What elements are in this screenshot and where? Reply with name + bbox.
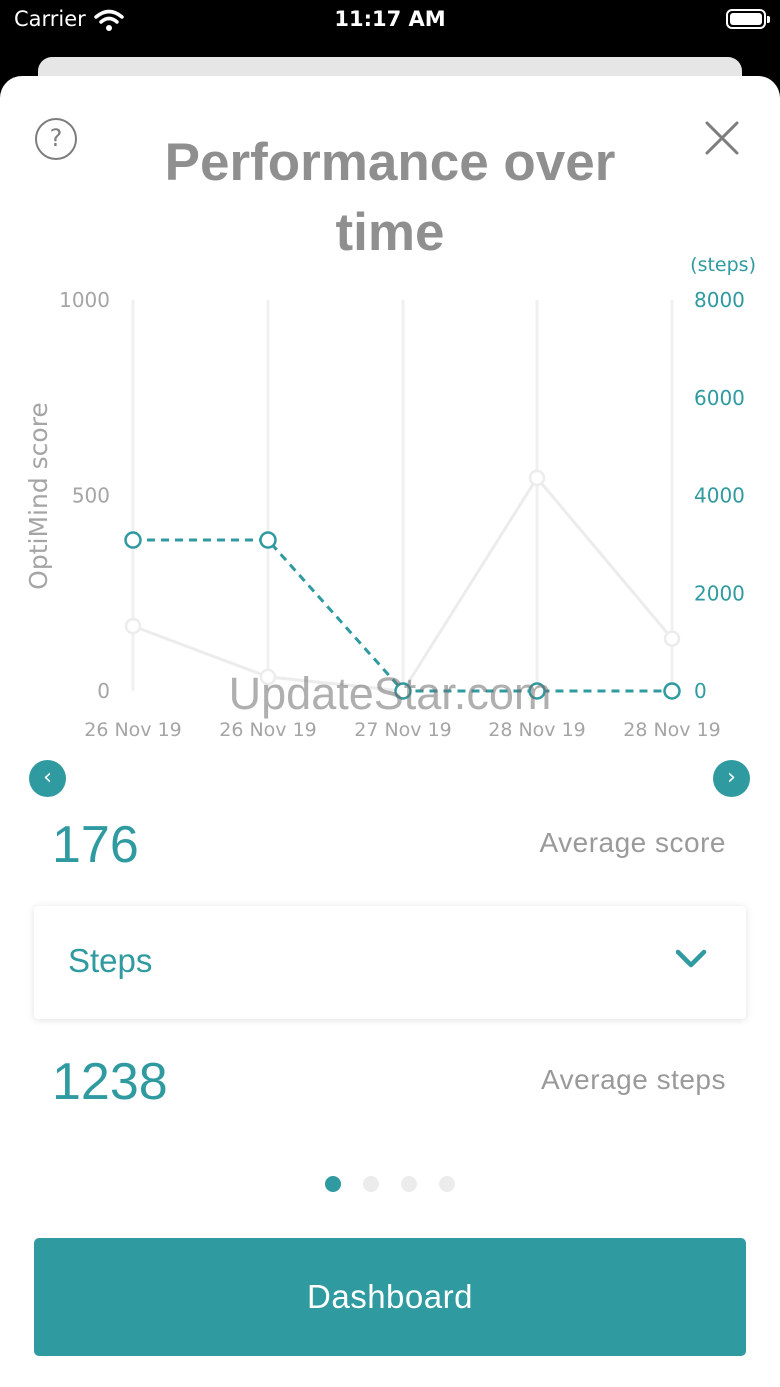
- page-dot[interactable]: [439, 1176, 455, 1192]
- data-point-steps: [394, 682, 412, 700]
- status-bar: Carrier 11:17 AM: [0, 0, 780, 44]
- dashboard-button[interactable]: Dashboard: [34, 1238, 746, 1356]
- left-tick-label: 1000: [59, 288, 110, 312]
- page-indicator: [0, 1176, 780, 1192]
- x-tick-label: 26 Nov 19: [219, 719, 317, 741]
- right-tick-label: 8000: [694, 288, 745, 312]
- x-tick-label: 28 Nov 19: [623, 719, 721, 741]
- average-score-value: 176: [52, 816, 139, 874]
- data-point-steps: [259, 531, 277, 549]
- page-dot[interactable]: [363, 1176, 379, 1192]
- right-tick-label: 4000: [694, 484, 745, 508]
- left-tick-label: 0: [97, 679, 110, 703]
- battery-icon: [726, 9, 770, 29]
- chevron-down-icon: [675, 949, 707, 968]
- page-dot[interactable]: [401, 1176, 417, 1192]
- metric-dropdown[interactable]: Steps: [34, 906, 746, 1019]
- performance-chart: 1000 500 0 OptiMind score 8000 6000 4000 2000 0 (…: [24, 254, 756, 741]
- metric-dropdown-value: Steps: [68, 942, 153, 979]
- data-point-steps: [124, 531, 142, 549]
- x-tick-label: 28 Nov 19: [488, 719, 586, 741]
- data-point-steps: [528, 682, 546, 700]
- right-tick-label: 0: [694, 679, 707, 703]
- question-circle-icon[interactable]: ?: [35, 118, 77, 160]
- left-axis-label: OptiMind score: [24, 402, 53, 590]
- chevron-left-icon[interactable]: ‹: [29, 760, 66, 797]
- data-point-score: [259, 668, 277, 686]
- average-steps-label: Average steps: [541, 1064, 726, 1095]
- data-point-score: [663, 630, 681, 647]
- data-point-steps: [663, 682, 681, 700]
- average-steps-value: 1238: [52, 1053, 168, 1111]
- right-tick-label: 2000: [694, 581, 745, 605]
- left-tick-label: 500: [72, 484, 110, 508]
- right-tick-label: 6000: [694, 386, 745, 410]
- close-icon[interactable]: [702, 118, 742, 158]
- data-point-score: [124, 617, 142, 635]
- chevron-right-icon[interactable]: ›: [713, 760, 750, 797]
- right-axis-label: (steps): [690, 254, 756, 276]
- x-tick-label: 27 Nov 19: [354, 719, 452, 741]
- average-score-label: Average score: [539, 827, 726, 858]
- status-time: 11:17 AM: [334, 7, 446, 31]
- x-tick-label: 26 Nov 19: [84, 719, 182, 741]
- data-point-score: [528, 469, 546, 487]
- page-dot[interactable]: [325, 1176, 341, 1192]
